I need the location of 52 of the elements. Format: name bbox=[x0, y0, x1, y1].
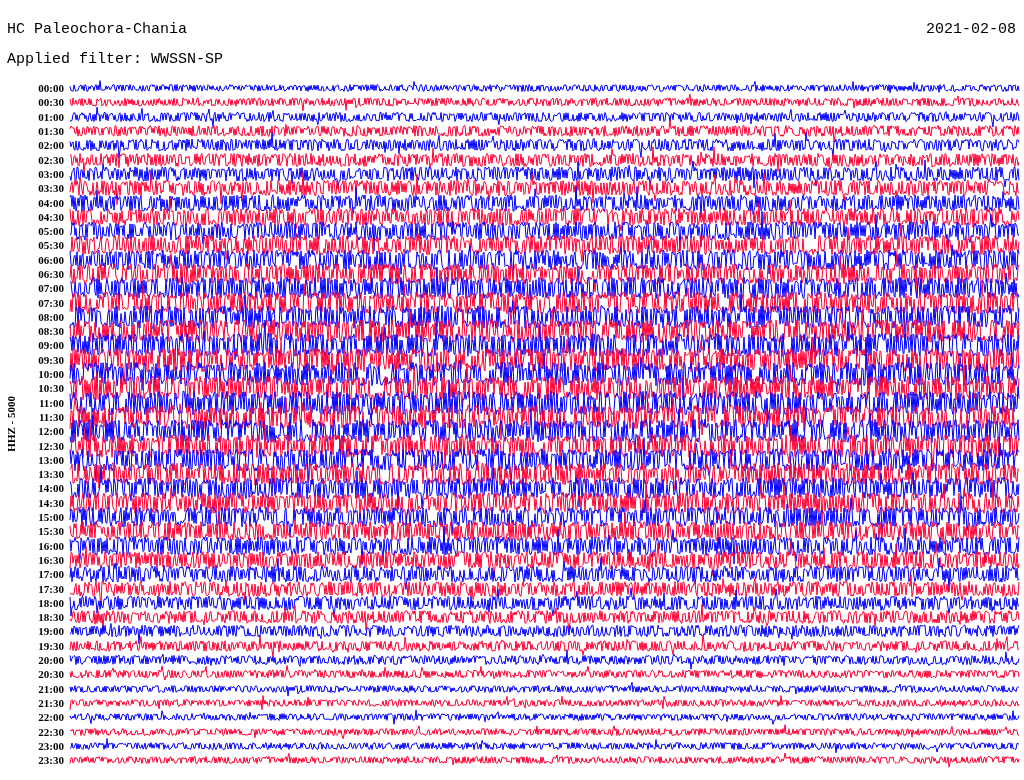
time-label: 19:00 bbox=[37, 625, 64, 638]
time-label: 13:30 bbox=[37, 468, 64, 481]
time-label: 02:30 bbox=[37, 153, 64, 166]
time-label: 01:30 bbox=[37, 125, 64, 138]
time-label: 04:00 bbox=[37, 196, 64, 209]
time-label: 06:30 bbox=[37, 268, 64, 280]
time-label: 13:00 bbox=[37, 453, 64, 466]
time-label: 22:00 bbox=[37, 711, 64, 724]
time-label: 09:00 bbox=[37, 339, 64, 352]
time-label: 14:00 bbox=[37, 482, 64, 495]
time-label: 21:30 bbox=[37, 696, 64, 709]
time-label: 20:30 bbox=[37, 668, 64, 681]
time-label: 03:00 bbox=[37, 167, 64, 180]
time-label: 15:00 bbox=[37, 511, 64, 524]
time-label: 10:30 bbox=[37, 382, 64, 395]
time-label: 07:00 bbox=[37, 282, 64, 295]
time-label: 00:30 bbox=[37, 96, 64, 109]
station-title: HC Paleochora-Chania bbox=[7, 20, 188, 40]
time-label: 16:30 bbox=[37, 553, 64, 566]
time-label: 08:00 bbox=[37, 310, 64, 323]
time-label: 20:00 bbox=[37, 654, 64, 666]
time-label: 05:30 bbox=[37, 239, 64, 252]
time-label: 16:00 bbox=[37, 539, 64, 552]
time-label: 14:30 bbox=[37, 496, 64, 509]
time-label: 17:30 bbox=[37, 582, 64, 595]
time-label: 23:30 bbox=[37, 754, 64, 767]
channel-label: HHZ - 5000 bbox=[5, 396, 17, 452]
time-label: 06:00 bbox=[37, 253, 64, 266]
time-label: 01:00 bbox=[37, 110, 64, 123]
time-label: 03:30 bbox=[37, 182, 64, 195]
time-label: 23:00 bbox=[37, 739, 64, 752]
time-label: 04:30 bbox=[37, 210, 64, 223]
time-label: 18:00 bbox=[37, 596, 64, 609]
time-label: 22:30 bbox=[37, 725, 64, 738]
time-label: 21:00 bbox=[37, 682, 64, 695]
time-label: 12:00 bbox=[37, 425, 64, 438]
date-label: 2021-02-08 bbox=[926, 20, 1016, 40]
time-label: 05:00 bbox=[37, 225, 64, 238]
time-label: 17:00 bbox=[37, 568, 64, 581]
time-label: 11:30 bbox=[37, 410, 64, 423]
time-label: 10:00 bbox=[37, 368, 64, 381]
time-label: 11:00 bbox=[37, 396, 64, 409]
time-label: 18:30 bbox=[37, 611, 64, 624]
time-label: 12:30 bbox=[37, 439, 64, 452]
time-label: 00:00 bbox=[37, 82, 64, 95]
filter-label: Applied filter: WWSSN-SP bbox=[7, 50, 225, 70]
time-label: 08:30 bbox=[37, 325, 64, 338]
time-label: 09:30 bbox=[37, 353, 64, 366]
time-label: 19:30 bbox=[37, 639, 64, 652]
time-label: 02:00 bbox=[37, 139, 64, 152]
time-label: 15:30 bbox=[37, 525, 64, 538]
time-label: 07:30 bbox=[37, 296, 64, 309]
